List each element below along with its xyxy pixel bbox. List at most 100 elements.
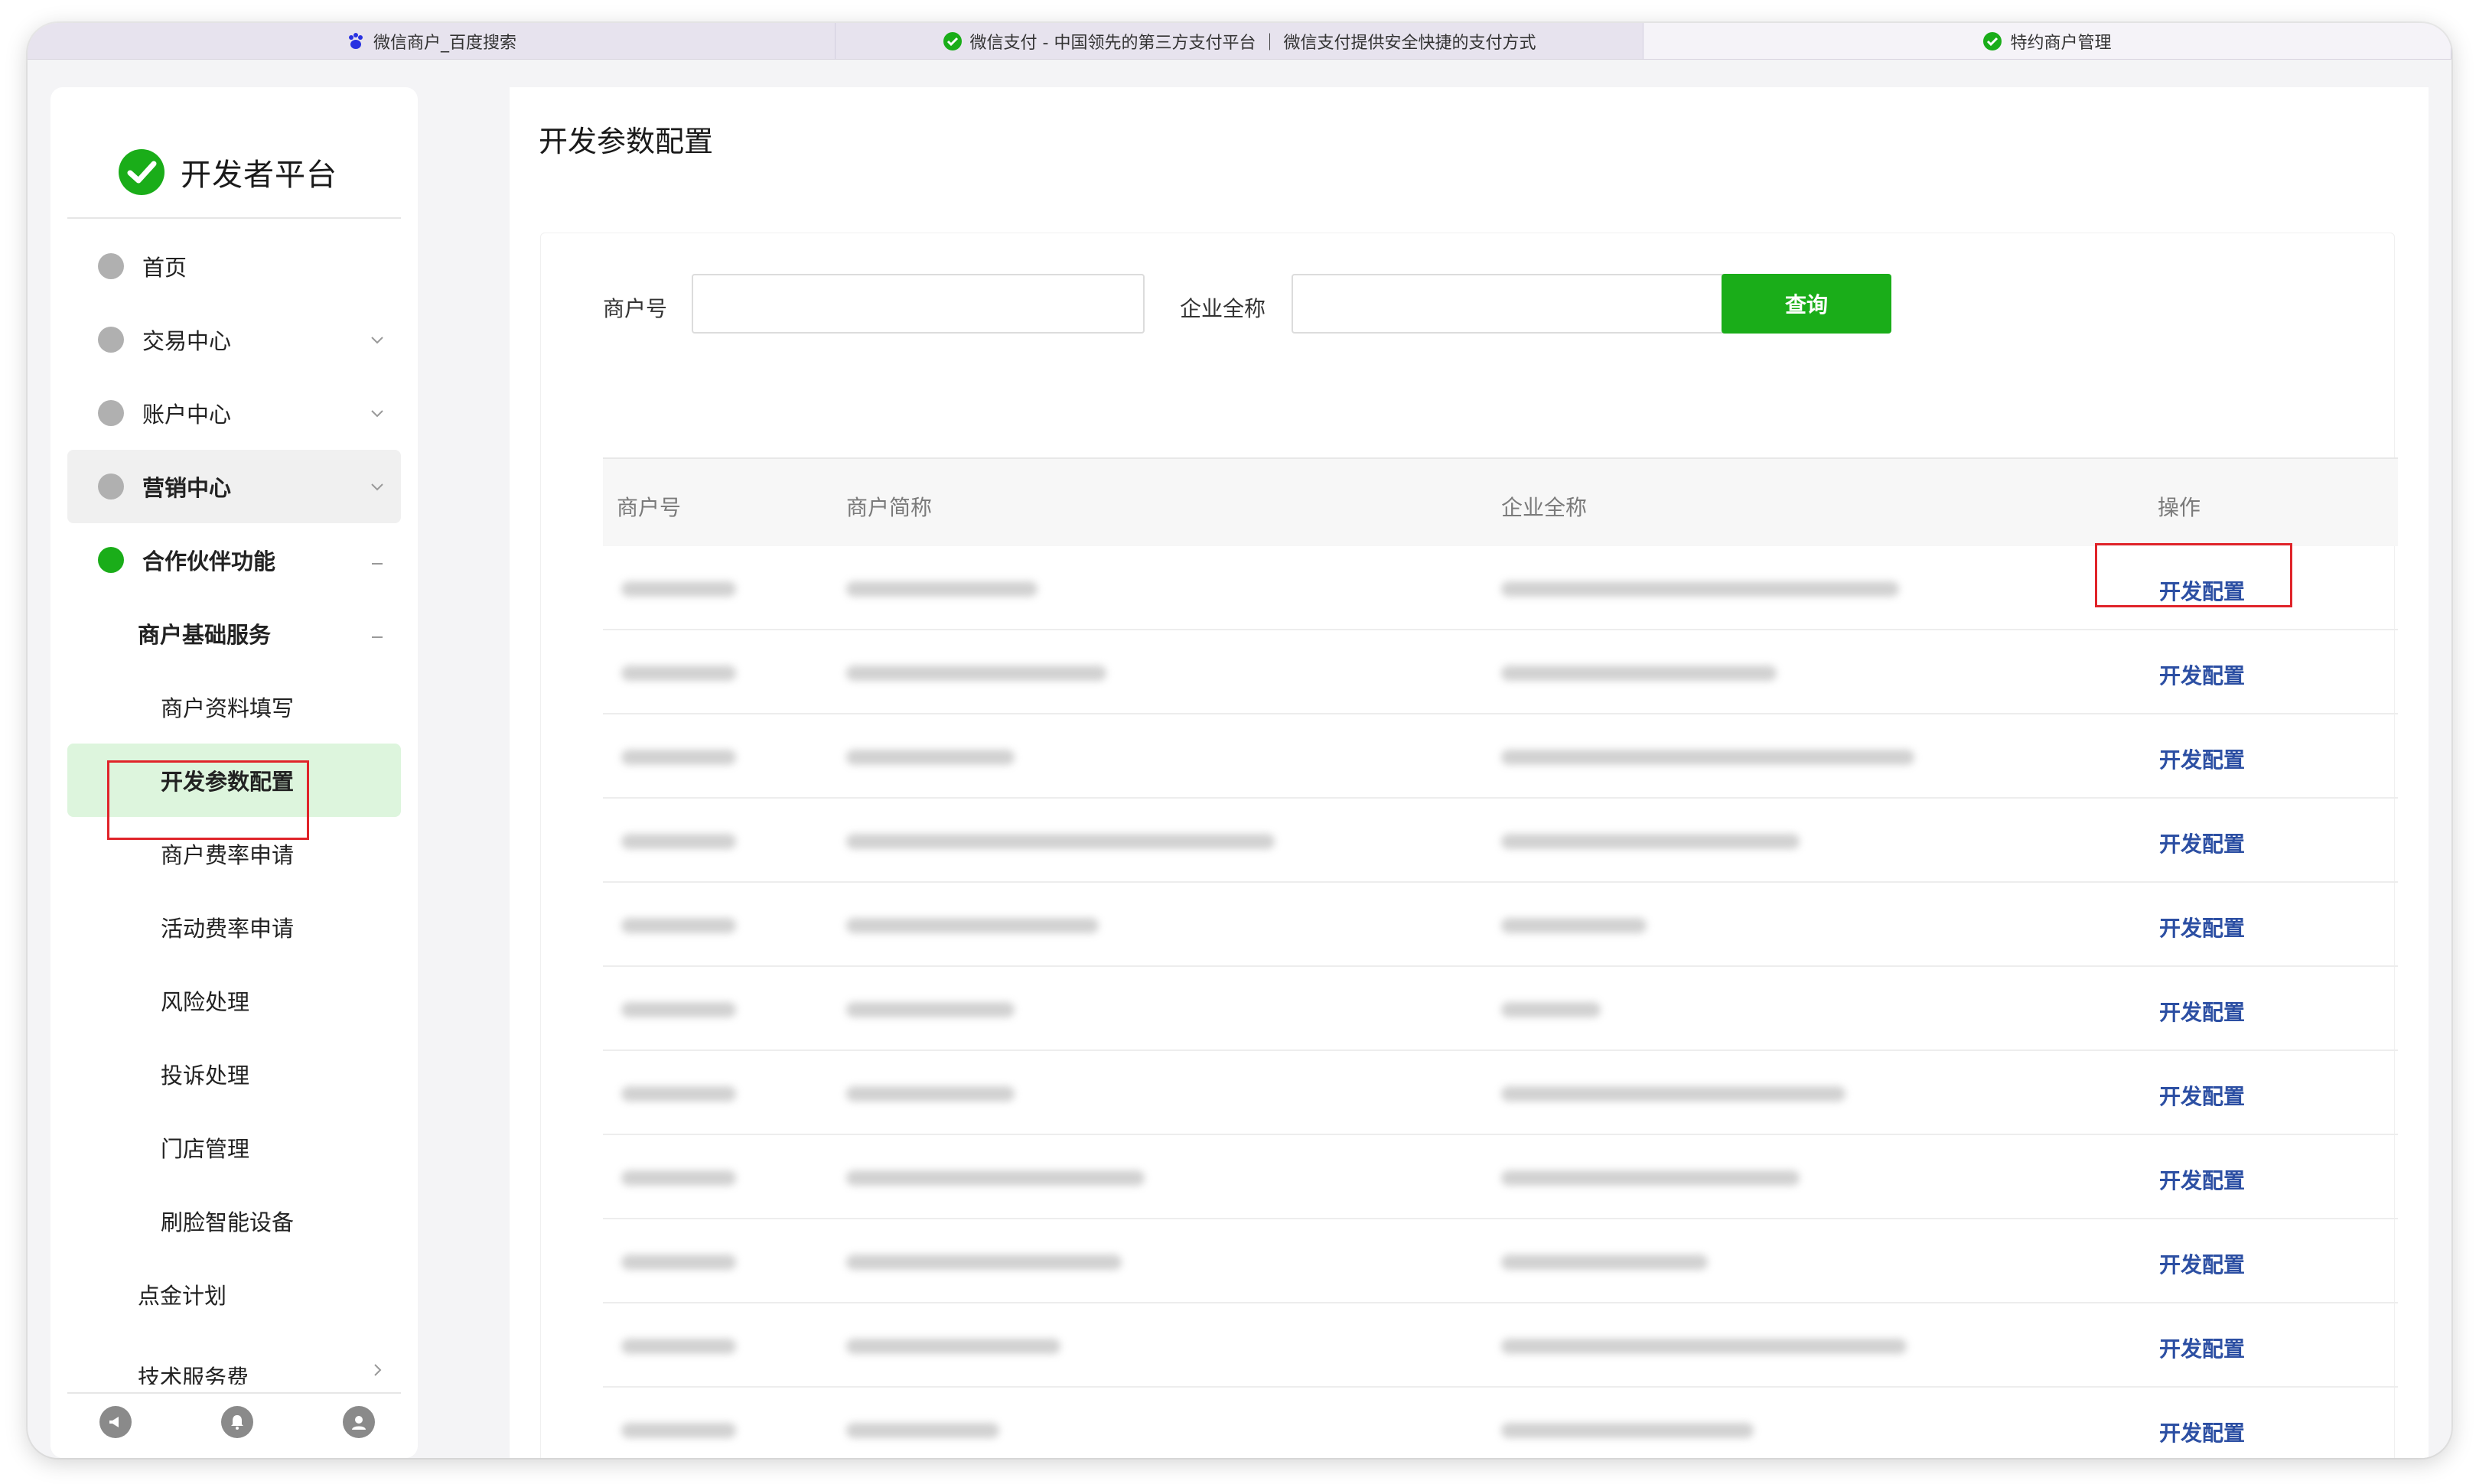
dev-config-link[interactable]: 开发配置 (2159, 996, 2245, 1027)
tab-label: 特约商户管理 (2010, 33, 2112, 53)
divider (67, 217, 401, 219)
sidebar-item-complaint[interactable]: 投诉处理 (67, 1037, 401, 1111)
dev-config-link[interactable]: 开发配置 (2159, 1248, 2245, 1279)
dev-config-link[interactable]: 开发配置 (2159, 1080, 2245, 1111)
cell-company-name-redacted (1501, 1170, 1800, 1186)
dev-config-link[interactable]: 开发配置 (2159, 1333, 2245, 1363)
chevron-down-icon (371, 483, 383, 491)
cell-merchant-no-redacted (621, 750, 736, 765)
dev-config-link[interactable]: 开发配置 (2159, 659, 2245, 690)
merchant-no-input[interactable] (692, 274, 1145, 334)
collapse-icon (372, 563, 383, 565)
query-button[interactable]: 查询 (1722, 274, 1891, 334)
chevron-right-icon (374, 1364, 382, 1376)
cell-company-name-redacted (1501, 581, 1899, 597)
browser-window: 微信商户_百度搜索 微信支付 - 中国领先的第三方支付平台 ｜ 微信支付提供安全… (28, 23, 2451, 1458)
sidebar-item-label: 技术服务费 (138, 1365, 249, 1385)
chevron-down-icon (371, 410, 383, 418)
home-icon (98, 253, 124, 279)
table-body: 开发配置 开发配置 开发配置 开发配置 开发配置 开发配置 开发配置 开发配置 开发配置 开发配置… (603, 546, 2398, 1458)
wechat-icon (1983, 31, 2002, 50)
sidebar-item-dev-config[interactable]: 开发参数配置 (67, 744, 401, 817)
sidebar-nav: 首页 交易中心 账户中心 营销中心 合作伙伴功能 商户基础服务 商户资料填写 开… (67, 229, 401, 1385)
sidebar-item-store[interactable]: 门店管理 (67, 1111, 401, 1184)
sidebar-item-account[interactable]: 账户中心 (67, 376, 401, 450)
logo[interactable]: 开发者平台 (118, 148, 337, 196)
cell-short-name-redacted (846, 1086, 1015, 1102)
dev-config-link[interactable]: 开发配置 (2159, 1164, 2245, 1195)
cell-merchant-no-redacted (621, 1086, 736, 1102)
cell-company-name-redacted (1501, 834, 1800, 849)
cell-merchant-no-redacted (621, 1170, 736, 1186)
table-row: 开发配置 (603, 799, 2398, 883)
cell-merchant-no-redacted (621, 666, 736, 681)
collapse-icon (372, 636, 383, 638)
cell-merchant-no-redacted (621, 834, 736, 849)
sidebar-item-label: 商户基础服务 (138, 622, 272, 648)
company-name-input[interactable] (1292, 274, 1744, 334)
dev-config-link[interactable]: 开发配置 (2159, 912, 2245, 942)
sidebar-item-tech-fee[interactable]: 技术服务费 (67, 1331, 401, 1385)
column-header-merchant-no: 商户号 (617, 495, 682, 520)
sidebar-item-label: 营销中心 (142, 475, 232, 501)
cell-merchant-no-redacted (621, 581, 736, 597)
browser-tab-wechatpay[interactable]: 微信支付 - 中国领先的第三方支付平台 ｜ 微信支付提供安全快捷的支付方式 (836, 23, 1643, 59)
megaphone-icon[interactable] (99, 1406, 132, 1438)
marketing-icon (98, 474, 124, 500)
cell-short-name-redacted (846, 1339, 1060, 1354)
user-icon[interactable] (343, 1406, 375, 1438)
page-title: 开发参数配置 (539, 125, 714, 158)
sidebar-item-label: 合作伙伴功能 (142, 548, 276, 574)
divider (67, 1392, 401, 1394)
dev-config-link[interactable]: 开发配置 (2159, 1417, 2245, 1447)
sidebar-item-merchant-info[interactable]: 商户资料填写 (67, 670, 401, 744)
sidebar-item-gold-plan[interactable]: 点金计划 (67, 1258, 401, 1331)
logo-text: 开发者平台 (181, 158, 337, 193)
cell-company-name-redacted (1501, 1423, 1754, 1438)
cell-merchant-no-redacted (621, 1339, 736, 1354)
sidebar-item-label: 风险处理 (161, 989, 250, 1015)
column-header-company-name: 企业全称 (1501, 495, 1588, 520)
cell-company-name-redacted (1501, 1002, 1601, 1017)
browser-tab-baidu[interactable]: 微信商户_百度搜索 (28, 23, 836, 59)
cell-merchant-no-redacted (621, 1423, 736, 1438)
table-row: 开发配置 (603, 967, 2398, 1051)
cell-company-name-redacted (1501, 750, 1914, 765)
browser-tab-bar: 微信商户_百度搜索 微信支付 - 中国领先的第三方支付平台 ｜ 微信支付提供安全… (28, 23, 2451, 60)
sidebar-item-face-device[interactable]: 刷脸智能设备 (67, 1184, 401, 1258)
sidebar-item-risk[interactable]: 风险处理 (67, 964, 401, 1037)
cell-merchant-no-redacted (621, 1002, 736, 1017)
table-row: 开发配置 (603, 714, 2398, 799)
table-row: 开发配置 (603, 1135, 2398, 1219)
cell-company-name-redacted (1501, 1339, 1907, 1354)
browser-tab-merchant-mgmt[interactable]: 特约商户管理 (1643, 23, 2451, 59)
cell-short-name-redacted (846, 918, 1099, 933)
sidebar-item-fee-apply[interactable]: 商户费率申请 (67, 817, 401, 890)
cell-short-name-redacted (846, 1170, 1145, 1186)
sidebar-item-activity-fee[interactable]: 活动费率申请 (67, 890, 401, 964)
sidebar-item-marketing[interactable]: 营销中心 (67, 450, 401, 523)
cell-company-name-redacted (1501, 1255, 1708, 1270)
merchant-table: 商户号 商户简称 企业全称 操作 开发配置 开发配置 开发配置 开发配置 开发配置 开发配… (603, 457, 2398, 1458)
sidebar-item-label: 投诉处理 (161, 1063, 250, 1089)
sidebar: 开发者平台 首页 交易中心 账户中心 营销中心 合作伙伴功能 商户基础服务 商户… (50, 87, 418, 1458)
cell-short-name-redacted (846, 1423, 999, 1438)
sidebar-item-home[interactable]: 首页 (67, 229, 401, 303)
cell-short-name-redacted (846, 1002, 1015, 1017)
sidebar-item-trade[interactable]: 交易中心 (67, 303, 401, 376)
bell-icon[interactable] (221, 1406, 253, 1438)
table-row: 开发配置 (603, 546, 2398, 630)
sidebar-item-label: 开发参数配置 (161, 769, 295, 795)
sidebar-item-label: 交易中心 (142, 328, 232, 354)
dev-config-link[interactable]: 开发配置 (2159, 744, 2245, 774)
cell-company-name-redacted (1501, 918, 1647, 933)
cell-short-name-redacted (846, 834, 1275, 849)
table-header: 商户号 商户简称 企业全称 操作 (603, 457, 2398, 546)
sidebar-item-partner[interactable]: 合作伙伴功能 (67, 523, 401, 597)
sidebar-item-merchant-basic[interactable]: 商户基础服务 (67, 597, 401, 670)
sidebar-item-label: 活动费率申请 (161, 916, 295, 942)
sidebar-item-label: 首页 (142, 255, 187, 281)
dev-config-link[interactable]: 开发配置 (2159, 575, 2245, 606)
column-header-action: 操作 (2158, 495, 2201, 520)
dev-config-link[interactable]: 开发配置 (2159, 828, 2245, 858)
